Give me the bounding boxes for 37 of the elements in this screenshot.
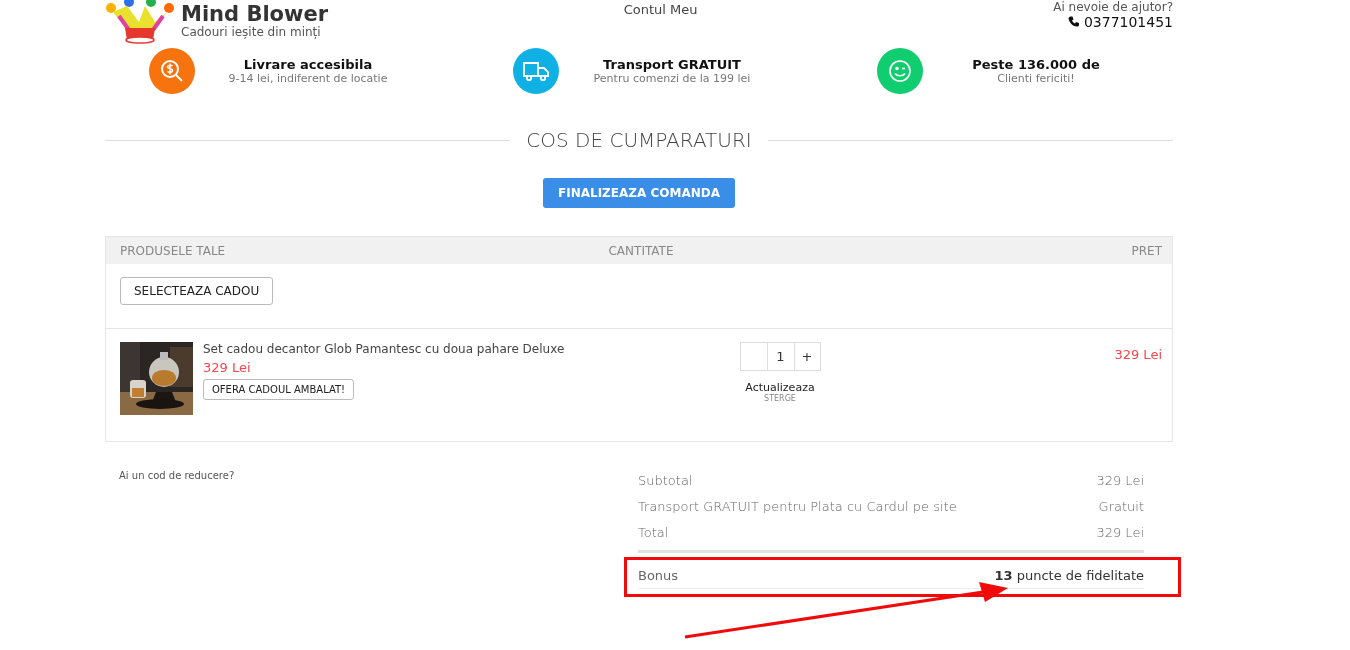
summary-label: Subtotal [638,473,693,488]
summary-value: Gratuit [1098,499,1144,514]
summary-value: 329 Lei [1096,473,1144,488]
page-heading: COS DE CUMPARATURI [526,128,752,152]
remove-link[interactable]: STERGE [764,394,796,403]
line-price: 329 Lei [1114,347,1162,362]
discount-code-link[interactable]: Ai un cod de reducere? [105,470,638,481]
feature-subtitle: 9-14 lei, indiferent de locatie [227,72,389,85]
logo-text: Mind Blower [181,3,329,25]
dollar-search-icon [159,58,185,84]
logo-icon[interactable] [105,0,175,44]
unit-price: 329 Lei [203,360,251,375]
phone-icon [1067,16,1080,28]
bonus-label: Bonus [638,568,679,583]
update-link[interactable]: Actualizeaza [745,381,815,394]
quantity-stepper[interactable]: 1 + [739,342,821,371]
feature-title: Livrare accesibila [242,57,374,72]
summary-label: Transport GRATUIT pentru Plata cu Cardul pe site [638,499,957,514]
product-name[interactable]: Set cadou decantor Glob Pamantesc cu doua pahare Deluxe [203,342,565,356]
gift-wrap-button[interactable]: OFERA CADOUL AMBALAT! [203,379,355,400]
account-link[interactable]: Contul Meu [623,2,698,17]
phone-number[interactable]: 0377101451 [1083,14,1173,30]
column-header: PRODUSELE TALE [120,244,227,258]
logo-tagline: Cadouri ieșite din minți [181,25,322,39]
column-header: CANTITATE [607,244,675,258]
feature-title: Peste 136.000 de [971,57,1101,72]
summary-label: Total [638,525,669,540]
feature-subtitle: Pentru comenzi de la 199 lei [592,72,752,85]
truck-icon [522,60,550,82]
feature-title: Transport GRATUIT [602,57,742,72]
summary-value: 329 Lei [1096,525,1144,540]
column-header: PRET [1130,244,1162,258]
feature-subtitle: Clienti fericiti! [996,72,1076,85]
help-label: Ai nevoie de ajutor? [1053,0,1173,14]
smile-icon [888,59,912,83]
bonus-points: 13 puncte de fidelitate [994,568,1144,583]
select-gift-button[interactable]: SELECTEAZA CADOU [120,277,274,305]
